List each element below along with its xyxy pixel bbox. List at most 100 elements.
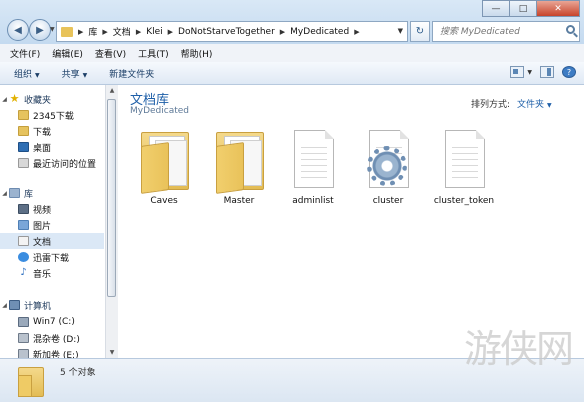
- breadcrumb-documents[interactable]: 文档: [113, 25, 131, 38]
- sidebar-item-label: 图片: [33, 221, 52, 232]
- search-icon[interactable]: [566, 25, 575, 34]
- expand-arrow-icon[interactable]: ◢: [0, 190, 9, 197]
- sidebar-item-drive-e[interactable]: 新加卷 (E:): [0, 346, 104, 358]
- breadcrumb-klei[interactable]: Klei: [146, 27, 162, 37]
- search-input[interactable]: [438, 25, 562, 38]
- explorer-window: — □ ✕ ◀ ▶ ▼ ▶ 库 ▶ 文档 ▶ Klei ▶ DoNotStarv…: [0, 0, 584, 402]
- menu-file[interactable]: 文件(F): [10, 47, 40, 60]
- menu-help[interactable]: 帮助(H): [181, 47, 213, 60]
- sidebar-item-videos[interactable]: 视频: [0, 201, 104, 217]
- crumb-separator-icon[interactable]: ▶: [168, 28, 173, 36]
- crumb-separator-icon[interactable]: ▶: [280, 28, 285, 36]
- new-folder-button[interactable]: 新建文件夹: [109, 67, 154, 80]
- file-icon: [294, 130, 334, 188]
- sidebar-item-recent-places[interactable]: 最近访问的位置: [0, 155, 104, 171]
- sidebar-item-thunder-downloads[interactable]: 迅雷下载: [0, 249, 104, 265]
- sidebar-item-drive-c[interactable]: Win7 (C:): [0, 314, 104, 330]
- expand-arrow-icon[interactable]: ◢: [0, 302, 9, 309]
- folder-icon: [18, 365, 44, 397]
- menu-bar: 文件(F) 编辑(E) 查看(V) 工具(T) 帮助(H): [0, 44, 584, 63]
- close-button[interactable]: ✕: [536, 0, 580, 17]
- sidebar-item-desktop[interactable]: 桌面: [0, 139, 104, 155]
- crumb-separator-icon[interactable]: ▶: [102, 28, 107, 36]
- arrange-by-dropdown[interactable]: 文件夹 ▼: [517, 97, 552, 110]
- refresh-icon: ↻: [415, 26, 425, 37]
- file-item-name: Caves: [150, 196, 178, 206]
- file-item-adminlist[interactable]: adminlist: [277, 128, 349, 218]
- back-button[interactable]: ◀: [7, 19, 29, 41]
- scroll-down-icon[interactable]: ▼: [106, 347, 118, 358]
- folder-icon: [141, 128, 189, 194]
- sidebar-item-downloads[interactable]: 下载: [0, 123, 104, 139]
- sidebar-item-label: 视频: [33, 205, 52, 216]
- file-item-caves[interactable]: Caves: [128, 128, 200, 218]
- navigation-pane: ◢ ★ 收藏夹 2345下载 下载 桌面 最近访问的位置 ◢ 库 视频 图片 文…: [0, 85, 106, 358]
- crumb-separator-icon[interactable]: ▶: [136, 28, 141, 36]
- file-item-name: cluster: [372, 196, 404, 206]
- breadcrumb-donotstarvetogether[interactable]: DoNotStarveTogether: [178, 27, 275, 37]
- sidebar-libraries-header[interactable]: ◢ 库: [0, 185, 104, 201]
- crumb-separator-icon[interactable]: ▶: [78, 28, 83, 36]
- sidebar-item-label: 新加卷 (E:): [33, 350, 79, 359]
- help-icon[interactable]: ?: [562, 66, 576, 78]
- chevron-down-icon: ▼: [35, 71, 40, 79]
- organize-label: 组织: [14, 69, 33, 80]
- sidebar-item-label: 2345下载: [33, 111, 74, 122]
- gear-icon: [367, 146, 407, 186]
- sidebar-item-2345-downloads[interactable]: 2345下载: [0, 107, 104, 123]
- sidebar-item-label: 迅雷下载: [33, 253, 70, 264]
- scrollbar-thumb[interactable]: [107, 99, 116, 297]
- menu-tools[interactable]: 工具(T): [138, 47, 169, 60]
- scroll-up-icon[interactable]: ▲: [106, 85, 118, 96]
- system-drive-icon: [18, 317, 29, 327]
- sidebar-item-label: 混杂卷 (D:): [33, 334, 80, 345]
- menu-view[interactable]: 查看(V): [95, 47, 126, 60]
- drive-icon: [18, 333, 29, 343]
- sidebar-item-documents[interactable]: 文档: [0, 233, 104, 249]
- preview-pane-icon[interactable]: [540, 66, 554, 78]
- computer-icon: [9, 300, 20, 310]
- change-view-icon[interactable]: [510, 66, 525, 78]
- crumb-separator-icon[interactable]: ▶: [354, 28, 359, 36]
- sidebar-item-music[interactable]: ♪ 音乐: [0, 265, 104, 281]
- arrange-by-label: 排列方式:: [471, 100, 511, 110]
- expand-arrow-icon[interactable]: ◢: [0, 96, 9, 103]
- breadcrumb-library[interactable]: 库: [88, 25, 97, 38]
- chevron-down-icon[interactable]: ▼: [527, 69, 532, 76]
- sidebar-item-pictures[interactable]: 图片: [0, 217, 104, 233]
- documents-icon: [18, 236, 29, 246]
- forward-button[interactable]: ▶: [29, 19, 51, 41]
- recent-places-icon: [18, 158, 29, 168]
- maximize-button[interactable]: □: [509, 0, 537, 17]
- library-icon: [9, 188, 20, 198]
- sidebar-item-label: 音乐: [33, 269, 52, 280]
- address-bar[interactable]: ▶ 库 ▶ 文档 ▶ Klei ▶ DoNotStarveTogether ▶ …: [56, 21, 408, 42]
- sidebar-scrollbar[interactable]: ▲ ▼: [105, 85, 118, 358]
- file-item-cluster-token[interactable]: cluster_token: [428, 128, 500, 218]
- sidebar-item-label: 下载: [33, 127, 52, 138]
- arrange-by-value: 文件夹: [517, 100, 545, 110]
- desktop-icon: [18, 142, 29, 152]
- forward-arrow-icon: ▶: [36, 24, 44, 36]
- organize-button[interactable]: 组织 ▼: [14, 67, 40, 80]
- folder-icon: [18, 110, 29, 120]
- sidebar-computer-label: 计算机: [24, 301, 52, 312]
- chevron-down-icon: ▼: [82, 71, 88, 79]
- share-button[interactable]: 共享 ▼: [62, 67, 88, 80]
- sidebar-libraries-label: 库: [24, 189, 34, 200]
- file-item-master[interactable]: Master: [203, 128, 275, 218]
- chevron-down-icon[interactable]: ▼: [398, 27, 403, 35]
- watermark-logo: 游侠网: [464, 327, 574, 371]
- menu-edit[interactable]: 编辑(E): [52, 47, 83, 60]
- breadcrumb-mydedicated[interactable]: MyDedicated: [290, 27, 349, 37]
- refresh-button[interactable]: ↻: [410, 21, 430, 42]
- sidebar-item-drive-d[interactable]: 混杂卷 (D:): [0, 330, 104, 346]
- search-box[interactable]: [432, 21, 580, 42]
- video-icon: [18, 204, 29, 214]
- minimize-button[interactable]: —: [482, 0, 510, 17]
- file-item-cluster[interactable]: cluster: [352, 128, 424, 218]
- sidebar-item-label: Win7 (C:): [33, 317, 75, 327]
- star-icon: ★: [9, 92, 20, 105]
- sidebar-favorites-header[interactable]: ◢ ★ 收藏夹: [0, 91, 104, 107]
- sidebar-computer-header[interactable]: ◢ 计算机: [0, 297, 104, 313]
